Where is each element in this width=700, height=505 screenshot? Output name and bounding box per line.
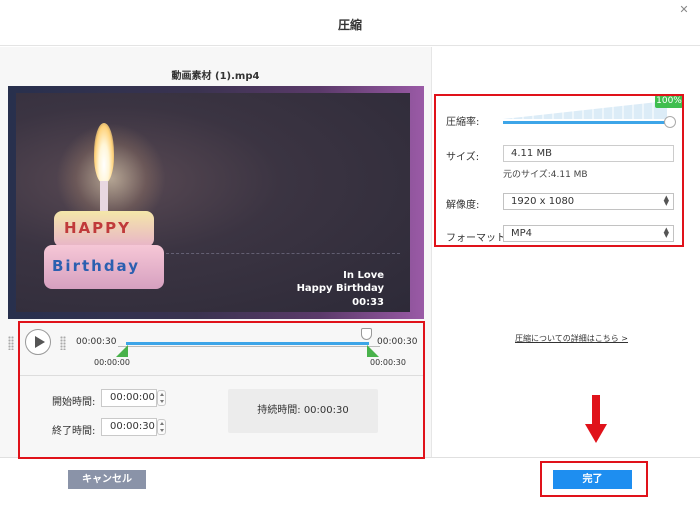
pointer-arrow-icon: [585, 424, 607, 443]
pointer-arrow-shaft: [592, 395, 600, 425]
candle-flame: [94, 123, 114, 183]
drag-grip-icon[interactable]: [8, 336, 14, 350]
cake-lettering-bottom: Birthday: [52, 257, 140, 275]
cancel-button[interactable]: キャンセル: [68, 470, 146, 489]
title-bar: 圧縮 ✕: [0, 0, 700, 46]
cake-lettering-top: HAPPY: [64, 219, 132, 237]
overlay-text-2: Happy Birthday: [296, 283, 384, 294]
highlight-box-done: [540, 461, 648, 497]
candle: [100, 181, 108, 211]
crop-guide-line: [166, 253, 400, 254]
compression-details-link[interactable]: 圧縮についての詳細はこちら >: [515, 333, 628, 344]
close-icon[interactable]: ✕: [678, 4, 690, 16]
highlight-box-trim: [18, 321, 425, 459]
highlight-box-settings: [434, 94, 684, 247]
video-preview[interactable]: HAPPY Birthday In Love Happy Birthday 00…: [8, 86, 424, 319]
overlay-text-1: In Love: [343, 270, 384, 281]
video-filename: 動画素材 (1).mp4: [171, 71, 260, 82]
overlay-timestamp: 00:33: [352, 297, 384, 308]
window-title: 圧縮: [337, 18, 362, 32]
video-frame: HAPPY Birthday In Love Happy Birthday 00…: [16, 93, 410, 312]
